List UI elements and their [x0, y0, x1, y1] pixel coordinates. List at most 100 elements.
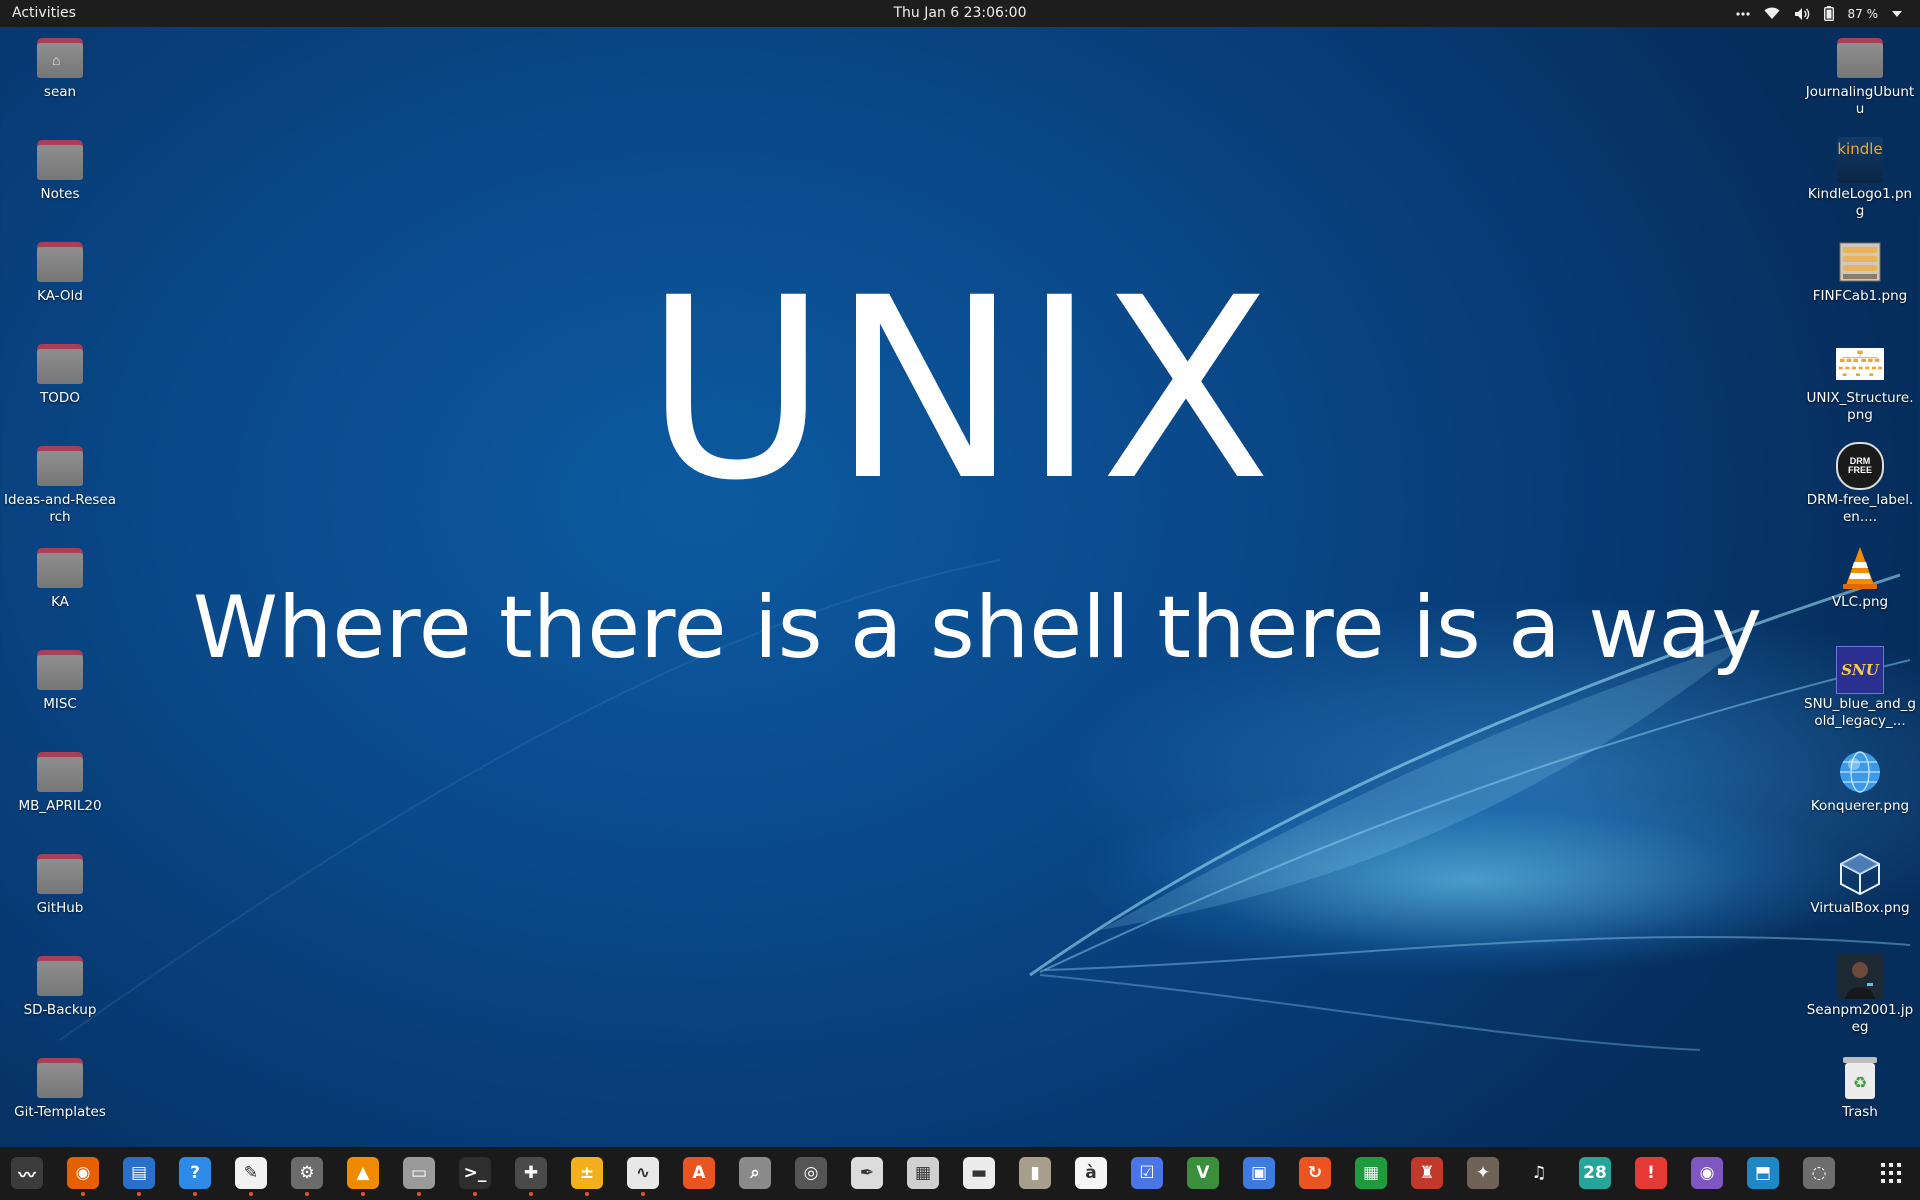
dock-item-writer[interactable]: ▤: [119, 1153, 159, 1196]
desktop-item-unix-structure[interactable]: UNIX_Structure.png: [1800, 336, 1920, 438]
dock-item-mario-game[interactable]: ♜: [1407, 1153, 1447, 1193]
alert-icon: !: [1635, 1157, 1667, 1189]
dock-item-update-manager[interactable]: ↻: [1295, 1153, 1335, 1193]
dock-item-tasks[interactable]: ☑: [1127, 1153, 1167, 1193]
battery-percentage[interactable]: 87 %: [1848, 7, 1879, 21]
vim-icon: V: [1187, 1157, 1219, 1189]
desktop-item-label: DRM-free_label.en....: [1806, 492, 1914, 525]
desktop-item-ka-old[interactable]: KA-Old: [0, 234, 120, 336]
desktop-item-trash[interactable]: ♻ Trash: [1800, 1050, 1920, 1152]
character-map-icon: à: [1075, 1157, 1107, 1189]
dock-item-document-viewer[interactable]: ▬: [959, 1153, 999, 1193]
music-icon: ♫: [1523, 1157, 1555, 1189]
desktop-item-mb-april20[interactable]: MB_APRIL20: [0, 744, 120, 846]
dock-item-disk-usage[interactable]: ◎: [791, 1153, 831, 1193]
dock-item-image-viewer[interactable]: ⌕: [735, 1153, 775, 1193]
dock-item-calendar[interactable]: 28: [1575, 1153, 1615, 1193]
running-indicator: [249, 1192, 253, 1196]
svg-text:♻: ♻: [1853, 1073, 1867, 1092]
running-indicator: [641, 1192, 645, 1196]
desktop-item-sd-backup[interactable]: SD-Backup: [0, 948, 120, 1050]
dock-item-settings[interactable]: ⚙: [287, 1153, 327, 1196]
desktop-item-journalingubuntu[interactable]: JournalingUbuntu: [1800, 30, 1920, 132]
battery-icon[interactable]: [1823, 6, 1834, 21]
desktop-item-git-templates[interactable]: Git-Templates: [0, 1050, 120, 1152]
dock-item-calculator[interactable]: ±: [567, 1153, 607, 1196]
folder-icon: [1836, 34, 1884, 82]
folder-icon: [36, 544, 84, 592]
chevron-down-icon[interactable]: [1892, 10, 1902, 17]
dock-item-screenshot[interactable]: ◉: [1687, 1153, 1727, 1193]
dock-item-help[interactable]: ?: [175, 1153, 215, 1196]
desktop-item-label: TODO: [40, 390, 80, 406]
desktop-item-vlc-png[interactable]: VLC.png: [1800, 540, 1920, 642]
dock-item-character-map[interactable]: à: [1071, 1153, 1111, 1193]
terminal-icon: >_: [459, 1157, 491, 1189]
screenshot-icon: ◉: [1691, 1157, 1723, 1189]
desktop-item-kindlelogo1[interactable]: kindle KindleLogo1.png: [1800, 132, 1920, 234]
show-applications-icon: [1881, 1163, 1901, 1183]
desktop-item-ka[interactable]: KA: [0, 540, 120, 642]
show-applications-button[interactable]: [1871, 1153, 1911, 1193]
running-indicator: [585, 1192, 589, 1196]
text-editor-icon: ✎: [235, 1157, 267, 1189]
running-indicator: [417, 1192, 421, 1196]
dock-item-archive-manager[interactable]: ▮: [1015, 1153, 1055, 1193]
desktop-item-seanpm2001[interactable]: Seanpm2001.jpeg: [1800, 948, 1920, 1050]
dock-item-system-monitor-graph[interactable]: ∿: [623, 1153, 663, 1196]
running-indicator: [193, 1192, 197, 1196]
dock-item-vlc[interactable]: ▲: [343, 1153, 383, 1196]
dock-item-app-center[interactable]: A: [679, 1153, 719, 1193]
dock-item-virtualbox[interactable]: ⬒: [1743, 1153, 1783, 1193]
desktop-item-finfcab1[interactable]: FINFCab1.png: [1800, 234, 1920, 336]
running-indicator: [361, 1192, 365, 1196]
dock-item-spreadsheet[interactable]: ▦: [1351, 1153, 1391, 1193]
desktop-item-virtualbox-png[interactable]: VirtualBox.png: [1800, 846, 1920, 948]
dock-item-document-scanner[interactable]: ▦: [903, 1153, 943, 1193]
wallpaper-subtitle: Where there is a shell there is a way: [192, 578, 1763, 678]
desktop-item-drm-free-label[interactable]: DRM FREE DRM-free_label.en....: [1800, 438, 1920, 540]
clock[interactable]: Thu Jan 6 23:06:00: [0, 5, 1920, 21]
desktop-item-label: sean: [43, 84, 77, 100]
dock-item-remote-desktop[interactable]: ▣: [1239, 1153, 1279, 1193]
drm-thumb-text: DRM FREE: [1847, 456, 1872, 475]
dock-item-dictionary[interactable]: ✒: [847, 1153, 887, 1193]
more-icon[interactable]: [1735, 11, 1750, 16]
dock-item-alert[interactable]: !: [1631, 1153, 1671, 1193]
volume-icon[interactable]: [1794, 7, 1810, 21]
app-center-icon: A: [683, 1157, 715, 1189]
desktop-item-label: Git-Templates: [14, 1104, 106, 1120]
dock-item-terminal[interactable]: >_: [455, 1153, 495, 1196]
desktop-item-label: SNU_blue_and_gold_legacy_...: [1804, 696, 1916, 729]
desktop-item-konquerer[interactable]: Konquerer.png: [1800, 744, 1920, 846]
desktop-item-notes[interactable]: Notes: [0, 132, 120, 234]
dock-item-firefox[interactable]: ◉: [63, 1153, 103, 1196]
desktop-item-label: KA-Old: [37, 288, 83, 304]
wifi-icon[interactable]: [1764, 7, 1780, 20]
writer-icon: ▤: [123, 1157, 155, 1189]
desktop-item-github[interactable]: GitHub: [0, 846, 120, 948]
folder-icon: [36, 748, 84, 796]
system-tray[interactable]: 87 %: [1735, 0, 1902, 27]
virtualbox-icon: ⬒: [1747, 1157, 1779, 1189]
dock-item-music[interactable]: ♫: [1519, 1153, 1559, 1193]
desktop-item-misc[interactable]: MISC: [0, 642, 120, 744]
desktop-item-label: Ideas-and-Research: [4, 492, 116, 525]
desktop-item-label: MISC: [43, 696, 77, 712]
dock-item-ubuntu-software[interactable]: ◌: [1799, 1153, 1839, 1193]
desktop-item-label: MB_APRIL20: [18, 798, 102, 814]
dock-item-vim[interactable]: V: [1183, 1153, 1223, 1193]
dock-item-text-editor[interactable]: ✎: [231, 1153, 271, 1196]
desktop-item-snu-logo[interactable]: SNU SNU_blue_and_gold_legacy_...: [1800, 642, 1920, 744]
dock-item-files[interactable]: ▭: [399, 1153, 439, 1196]
running-indicator: [137, 1192, 141, 1196]
desktop-item-todo[interactable]: TODO: [0, 336, 120, 438]
desktop-icons-right: JournalingUbuntu kindle KindleLogo1.png …: [1800, 30, 1920, 1152]
trash-icon: ♻: [1836, 1054, 1884, 1102]
dock-item-system-monitor[interactable]: 〰: [7, 1153, 47, 1193]
desktop-item-label: VLC.png: [1831, 594, 1889, 610]
dock-item-extensions[interactable]: ✚: [511, 1153, 551, 1196]
desktop-item-ideas-and-research[interactable]: Ideas-and-Research: [0, 438, 120, 540]
dock-item-gimp[interactable]: ✦: [1463, 1153, 1503, 1193]
desktop-item-sean[interactable]: ⌂ sean: [0, 30, 120, 132]
